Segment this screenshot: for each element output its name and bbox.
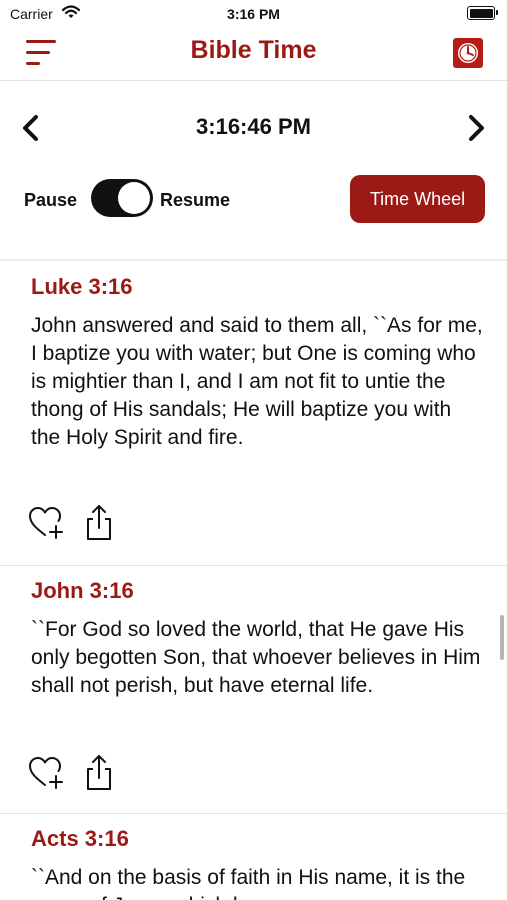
status-time: 3:16 PM (227, 6, 280, 22)
share-button[interactable] (82, 502, 116, 542)
time-wheel-button[interactable]: Time Wheel (350, 175, 485, 223)
clock-icon (458, 43, 478, 63)
verse-card: Luke 3:16 John answered and said to them… (0, 262, 507, 562)
verse-reference[interactable]: John 3:16 (31, 578, 134, 604)
page-title: Bible Time (190, 36, 317, 64)
verse-card: John 3:16 ``For God so loved the world, … (0, 566, 507, 811)
favorite-button[interactable] (26, 502, 66, 542)
verse-text: ``And on the basis of faith in His name,… (31, 866, 466, 900)
navigation-bar: Bible Time (0, 28, 507, 81)
current-time: 3:16:46 PM (196, 114, 311, 139)
heart-plus-icon (29, 757, 63, 789)
pause-label: Pause (24, 190, 78, 210)
share-icon (87, 755, 111, 790)
status-bar: Carrier 3:16 PM (0, 0, 507, 28)
section-divider (0, 259, 507, 261)
verse-reference[interactable]: Luke 3:16 (31, 274, 133, 300)
verse-text: ``For God so loved the world, that He ga… (31, 618, 481, 697)
resume-label: Resume (160, 190, 231, 210)
verse-actions (26, 752, 126, 792)
favorite-button[interactable] (26, 752, 66, 792)
playback-controls: Pause Resume Time Wheel (0, 172, 507, 228)
verse-text: John answered and said to them all, ``As… (31, 314, 483, 449)
share-button[interactable] (82, 752, 116, 792)
heart-plus-icon (29, 507, 63, 539)
scrollbar[interactable] (500, 615, 504, 660)
verse-actions (26, 502, 126, 542)
time-navigator: 3:16:46 PM (0, 100, 507, 156)
toggle-knob (118, 182, 150, 214)
verse-card: Acts 3:16 ``And on the basis of faith in… (0, 814, 507, 900)
verse-reference[interactable]: Acts 3:16 (31, 826, 129, 852)
battery-icon (467, 6, 498, 20)
pause-resume-toggle[interactable] (91, 179, 153, 217)
share-icon (87, 505, 111, 540)
clock-button[interactable] (453, 38, 483, 68)
next-time-button[interactable] (461, 112, 491, 144)
chevron-right-icon (469, 115, 484, 141)
